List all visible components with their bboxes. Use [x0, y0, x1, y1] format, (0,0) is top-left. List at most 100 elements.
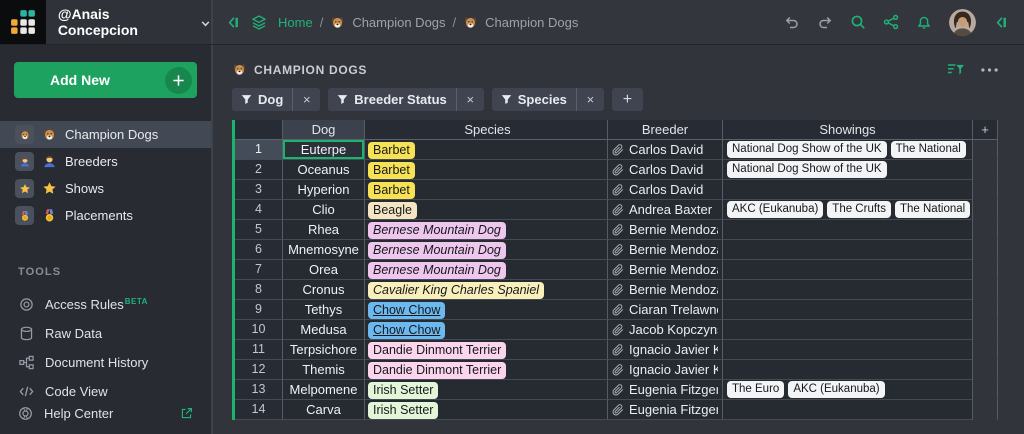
dog-cell[interactable]: Tethys	[283, 300, 365, 320]
species-cell[interactable]: Chow Chow	[365, 300, 608, 320]
dog-cell[interactable]: Orea	[283, 260, 365, 280]
app-logo[interactable]	[0, 0, 46, 44]
row-number-cell[interactable]: 12	[235, 360, 283, 380]
breeder-cell[interactable]: Eugenia Fitzger…	[608, 400, 723, 420]
species-cell[interactable]: Barbet	[365, 140, 608, 160]
filter-chip-breeder-status[interactable]: Breeder Status×	[328, 88, 483, 111]
species-cell[interactable]: Bernese Mountain Dog	[365, 260, 608, 280]
row-number-cell[interactable]: 4	[235, 200, 283, 220]
row-number-cell[interactable]: 5	[235, 220, 283, 240]
species-cell[interactable]: Dandie Dinmont Terrier	[365, 340, 608, 360]
add-filter-button[interactable]: +	[612, 88, 643, 111]
showings-cell[interactable]	[723, 300, 973, 320]
sidebar-item-access-rules[interactable]: Access RulesBETA	[0, 290, 211, 319]
species-cell[interactable]: Bernese Mountain Dog	[365, 220, 608, 240]
widget-menu-icon[interactable]	[981, 68, 998, 72]
breeder-cell[interactable]: Carlos David	[608, 160, 723, 180]
breeder-cell[interactable]: Bernie Mendoza	[608, 220, 723, 240]
showings-cell[interactable]	[723, 220, 973, 240]
showings-cell[interactable]: National Dog Show of the UKThe National	[723, 140, 973, 160]
species-cell[interactable]: Cavalier King Charles Spaniel	[365, 280, 608, 300]
sort-filter-icon[interactable]	[947, 62, 964, 77]
showings-cell[interactable]	[723, 360, 973, 380]
dog-cell[interactable]: Mnemosyne	[283, 240, 365, 260]
row-number-cell[interactable]: 3	[235, 180, 283, 200]
species-cell[interactable]: Irish Setter	[365, 400, 608, 420]
sidebar-item-raw-data[interactable]: Raw Data	[0, 319, 211, 348]
collapse-left-panel-icon[interactable]	[225, 15, 240, 30]
dog-cell[interactable]: Rhea	[283, 220, 365, 240]
row-number-cell[interactable]: 1	[235, 140, 283, 160]
showings-cell[interactable]: The EuroAKC (Eukanuba)	[723, 380, 973, 400]
breeder-cell[interactable]: Andrea Baxter	[608, 200, 723, 220]
dog-cell[interactable]: Oceanus	[283, 160, 365, 180]
add-column-button[interactable]: +	[973, 120, 998, 140]
species-cell[interactable]: Bernese Mountain Dog	[365, 240, 608, 260]
dog-cell[interactable]: Cronus	[283, 280, 365, 300]
species-cell[interactable]: Irish Setter	[365, 380, 608, 400]
panel-collapse-icon[interactable]	[993, 15, 1008, 30]
showings-cell[interactable]	[723, 400, 973, 420]
breeder-cell[interactable]: Bernie Mendoza	[608, 240, 723, 260]
sidebar-item-document-history[interactable]: Document History	[0, 348, 211, 377]
showings-cell[interactable]: AKC (Eukanuba)The CruftsThe National	[723, 200, 973, 220]
breeder-cell[interactable]: Carlos David	[608, 180, 723, 200]
breeder-cell[interactable]: Bernie Mendoza	[608, 280, 723, 300]
row-number-header[interactable]	[235, 120, 283, 140]
account-menu[interactable]: @Anais Concepcion	[46, 6, 211, 38]
undo-icon[interactable]	[784, 14, 800, 30]
breadcrumb-page[interactable]: Champion Dogs	[485, 15, 578, 30]
dog-cell[interactable]: Carva	[283, 400, 365, 420]
showings-cell[interactable]	[723, 320, 973, 340]
filter-chip-species[interactable]: Species×	[492, 88, 604, 111]
row-number-cell[interactable]: 9	[235, 300, 283, 320]
row-number-cell[interactable]: 2	[235, 160, 283, 180]
showings-cell[interactable]: National Dog Show of the UK	[723, 160, 973, 180]
species-cell[interactable]: Chow Chow	[365, 320, 608, 340]
dog-cell[interactable]: Melpomene	[283, 380, 365, 400]
column-header-breeder[interactable]: Breeder	[608, 120, 723, 140]
column-header-species[interactable]: Species	[365, 120, 608, 140]
row-number-cell[interactable]: 13	[235, 380, 283, 400]
dog-cell[interactable]: Clio	[283, 200, 365, 220]
share-icon[interactable]	[883, 14, 899, 30]
showings-cell[interactable]	[723, 240, 973, 260]
row-number-cell[interactable]: 8	[235, 280, 283, 300]
remove-filter-icon[interactable]: ×	[293, 92, 320, 107]
column-header-showings[interactable]: Showings	[723, 120, 973, 140]
species-cell[interactable]: Barbet	[365, 180, 608, 200]
dog-cell[interactable]: Hyperion	[283, 180, 365, 200]
sidebar-item-code-view[interactable]: Code View	[0, 377, 211, 406]
breeder-cell[interactable]: Ciaran Trelawney	[608, 300, 723, 320]
row-number-cell[interactable]: 7	[235, 260, 283, 280]
dog-cell[interactable]: Themis	[283, 360, 365, 380]
redo-icon[interactable]	[817, 14, 833, 30]
filter-chip-dog[interactable]: Dog×	[232, 88, 320, 111]
species-cell[interactable]: Dandie Dinmont Terrier	[365, 360, 608, 380]
row-number-cell[interactable]: 6	[235, 240, 283, 260]
dog-cell[interactable]: Terpsichore	[283, 340, 365, 360]
row-number-cell[interactable]: 14	[235, 400, 283, 420]
breeder-cell[interactable]: Ignacio Javier K…	[608, 360, 723, 380]
breeder-cell[interactable]: Bernie Mendoza	[608, 260, 723, 280]
pages-layers-icon[interactable]	[251, 14, 267, 30]
breeder-cell[interactable]: Jacob Kopczynski	[608, 320, 723, 340]
breadcrumb-home[interactable]: Home	[278, 15, 313, 30]
showings-cell[interactable]	[723, 280, 973, 300]
sidebar-item-champion-dogs[interactable]: Champion Dogs	[0, 121, 211, 148]
row-number-cell[interactable]: 10	[235, 320, 283, 340]
dog-cell[interactable]: Euterpe	[283, 140, 365, 160]
column-header-dog[interactable]: Dog	[283, 120, 365, 140]
add-new-button[interactable]: Add New	[14, 62, 197, 98]
sidebar-item-help-center[interactable]: Help Center	[0, 406, 211, 421]
showings-cell[interactable]	[723, 260, 973, 280]
sidebar-item-placements[interactable]: Placements	[0, 202, 211, 229]
species-cell[interactable]: Beagle	[365, 200, 608, 220]
user-avatar[interactable]	[949, 9, 976, 36]
breadcrumb-workspace[interactable]: Champion Dogs	[352, 15, 445, 30]
remove-filter-icon[interactable]: ×	[457, 92, 484, 107]
showings-cell[interactable]	[723, 340, 973, 360]
sidebar-item-shows[interactable]: Shows	[0, 175, 211, 202]
remove-filter-icon[interactable]: ×	[577, 92, 604, 107]
breeder-cell[interactable]: Carlos David	[608, 140, 723, 160]
